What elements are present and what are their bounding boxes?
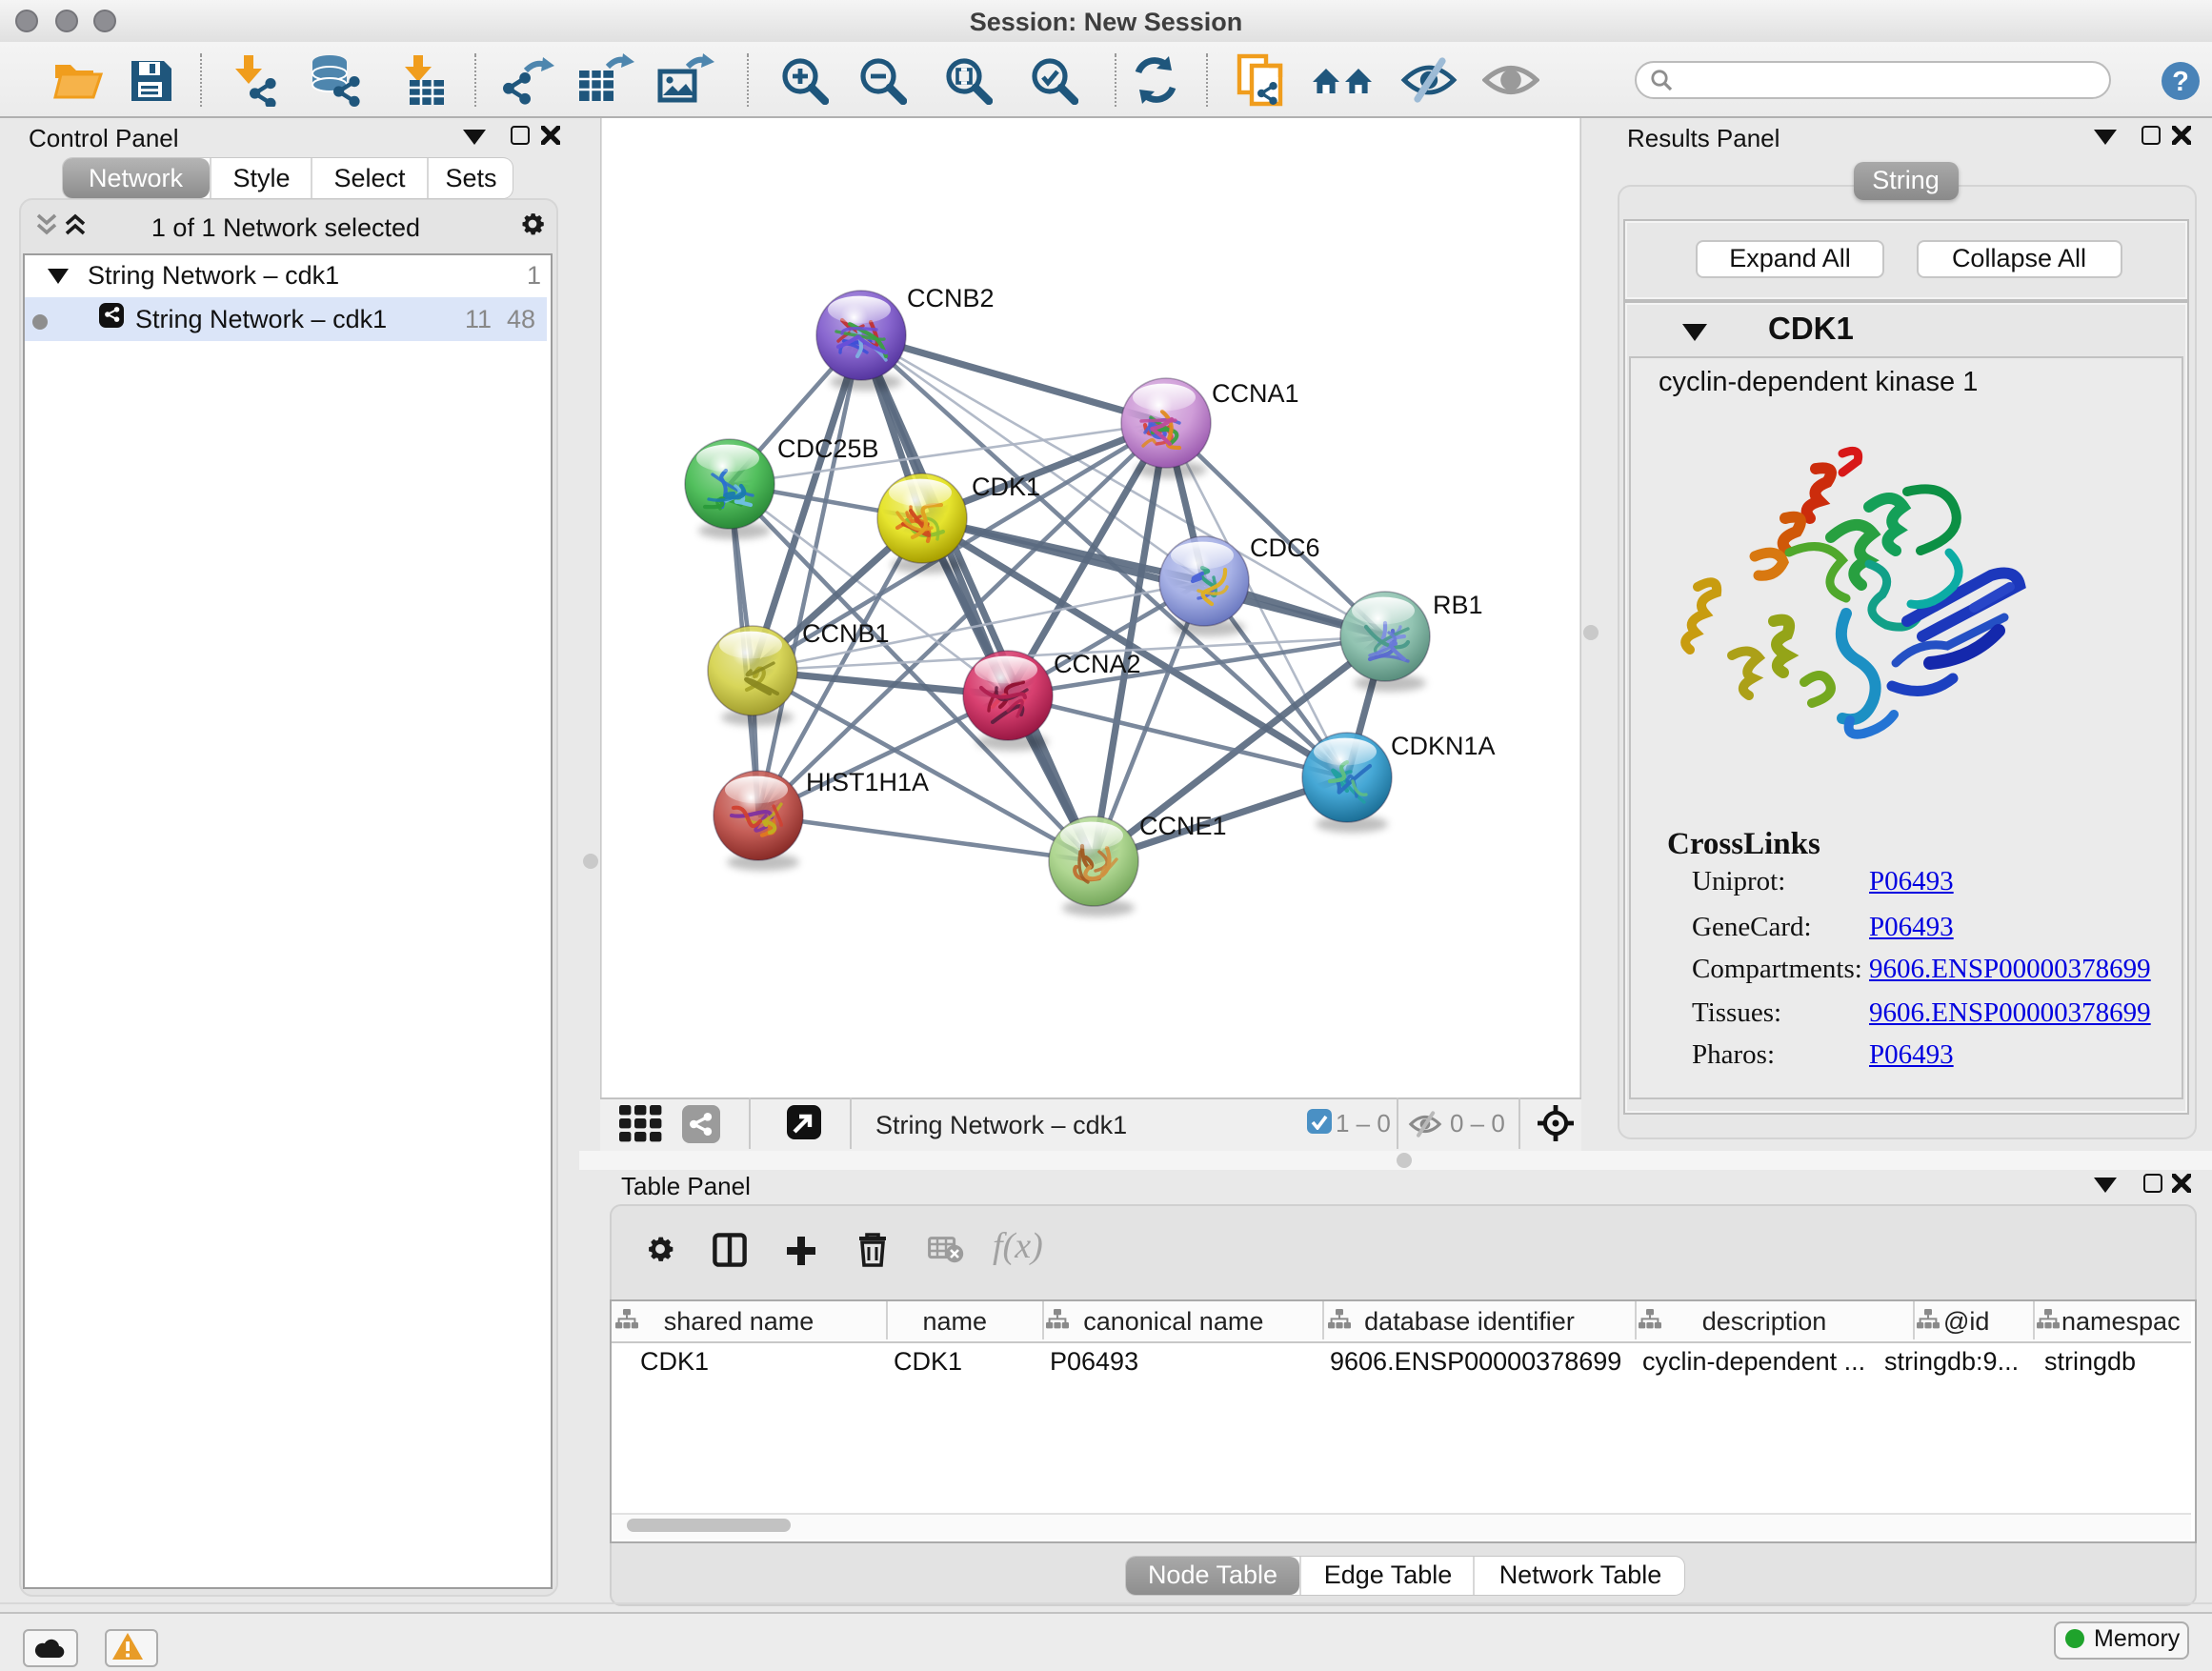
svg-text:CDKN1A: CDKN1A (1391, 732, 1496, 760)
svg-text:CCNB1: CCNB1 (802, 619, 890, 648)
svg-text:RB1: RB1 (1433, 591, 1483, 619)
svg-text:CDC6: CDC6 (1250, 534, 1320, 562)
svg-text:HIST1H1A: HIST1H1A (806, 768, 929, 796)
svg-text:CDK1: CDK1 (972, 473, 1040, 501)
svg-text:CCNA2: CCNA2 (1054, 650, 1141, 678)
svg-text:CDC25B: CDC25B (777, 434, 879, 463)
svg-text:CCNB2: CCNB2 (907, 284, 995, 312)
svg-text:CCNE1: CCNE1 (1139, 812, 1227, 840)
svg-text:?: ? (2172, 66, 2189, 96)
svg-text:CCNA1: CCNA1 (1212, 379, 1299, 408)
